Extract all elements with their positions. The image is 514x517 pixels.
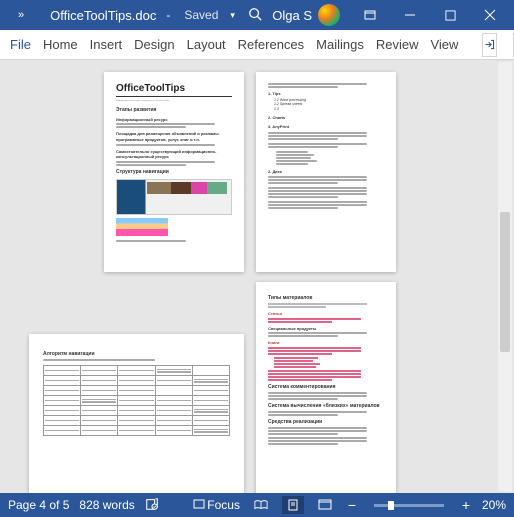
page1-sec: Площадка для размещения объявлений и рек… xyxy=(116,131,232,142)
avatar[interactable] xyxy=(318,4,340,26)
tab-view[interactable]: View xyxy=(430,37,458,52)
tab-mailings[interactable]: Mailings xyxy=(316,37,364,52)
page1-screenshot xyxy=(116,179,232,215)
web-layout-button[interactable] xyxy=(314,496,336,514)
title-separator: - xyxy=(166,8,170,22)
statusbar: Page 4 of 5 828 words Focus − + 20% xyxy=(0,493,514,517)
close-button[interactable] xyxy=(470,0,510,30)
page1-sec: Этапы развития xyxy=(116,107,232,114)
page2-sec: 3. AnyPrint xyxy=(268,124,384,130)
page1-title: OfficeToolTips xyxy=(116,82,232,97)
document-name[interactable]: OfficeToolTips.doc xyxy=(50,8,156,23)
minimize-button[interactable] xyxy=(390,0,430,30)
page4-sec: Статьи xyxy=(268,311,384,317)
page4-sec: Средства реализации xyxy=(268,419,384,426)
qat-more-icon[interactable]: » xyxy=(18,9,24,21)
ribbon-display-button[interactable] xyxy=(350,0,390,30)
page-thumbnail-4[interactable]: Типы материалов Статьи Специальные проду… xyxy=(256,282,396,493)
focus-mode-button[interactable]: Focus xyxy=(193,498,240,512)
page-thumbnail-3[interactable]: Алгоритм навигации xyxy=(29,334,244,493)
spellcheck-button[interactable] xyxy=(145,497,159,514)
page4-sec: Система вычисления «близких» материалов xyxy=(268,403,384,410)
page-thumbnail-1[interactable]: OfficeToolTips Информационный ресурс о в… xyxy=(104,72,244,272)
tab-file[interactable]: File xyxy=(10,37,31,52)
page2-sec: 1. Tips xyxy=(268,91,384,97)
page4-sec: Система комментирования xyxy=(268,384,384,391)
zoom-percent[interactable]: 20% xyxy=(482,498,506,512)
tab-references[interactable]: References xyxy=(238,37,304,52)
tab-layout[interactable]: Layout xyxy=(187,37,226,52)
page4-sec: Книги xyxy=(268,340,384,346)
tab-design[interactable]: Design xyxy=(134,37,174,52)
vertical-scrollbar[interactable] xyxy=(498,62,512,491)
print-layout-button[interactable] xyxy=(282,496,304,514)
page3-table xyxy=(43,365,230,436)
read-mode-button[interactable] xyxy=(250,496,272,514)
page4-sec: Типы материалов xyxy=(268,295,384,302)
page1-sec: Информационный ресурс xyxy=(116,117,232,123)
scrollbar-thumb[interactable] xyxy=(500,212,510,352)
tab-insert[interactable]: Insert xyxy=(90,37,123,52)
maximize-button[interactable] xyxy=(430,0,470,30)
search-icon[interactable] xyxy=(248,7,262,24)
page4-sec: Специальные продукты xyxy=(268,326,384,332)
zoom-in-button[interactable]: + xyxy=(460,497,472,513)
titlebar: » OfficeToolTips.doc - Saved ▾ Olga S xyxy=(0,0,514,30)
user-name[interactable]: Olga S xyxy=(272,8,312,23)
page2-sec: 2. Charts xyxy=(268,115,384,121)
page-status[interactable]: Page 4 of 5 xyxy=(8,498,69,512)
zoom-out-button[interactable]: − xyxy=(346,497,358,513)
tab-home[interactable]: Home xyxy=(43,37,78,52)
page1-sec: Самостоятельно существующий информационн… xyxy=(116,149,232,160)
zoom-slider-thumb[interactable] xyxy=(388,501,394,510)
document-canvas[interactable]: OfficeToolTips Информационный ресурс о в… xyxy=(0,60,514,493)
tab-review[interactable]: Review xyxy=(376,37,419,52)
word-count[interactable]: 828 words xyxy=(79,498,134,512)
page1-sec: Структура навигации xyxy=(116,169,232,176)
page3-sec: Алгоритм навигации xyxy=(43,351,230,358)
page1-subtitle: Информационный ресурс о возможностях Mic… xyxy=(116,100,232,103)
save-status[interactable]: Saved xyxy=(184,8,218,22)
ribbon-tabs: File Home Insert Design Layout Reference… xyxy=(0,30,514,60)
share-button[interactable] xyxy=(482,33,497,57)
zoom-slider[interactable] xyxy=(374,504,444,507)
save-status-dropdown-icon[interactable]: ▾ xyxy=(230,10,235,21)
page1-screenshot-2 xyxy=(116,218,168,236)
page2-item: 1.3 xyxy=(274,107,384,112)
page-thumbnail-2[interactable]: 1. Tips 1.1 Word processing 1.2 Spread s… xyxy=(256,72,396,272)
